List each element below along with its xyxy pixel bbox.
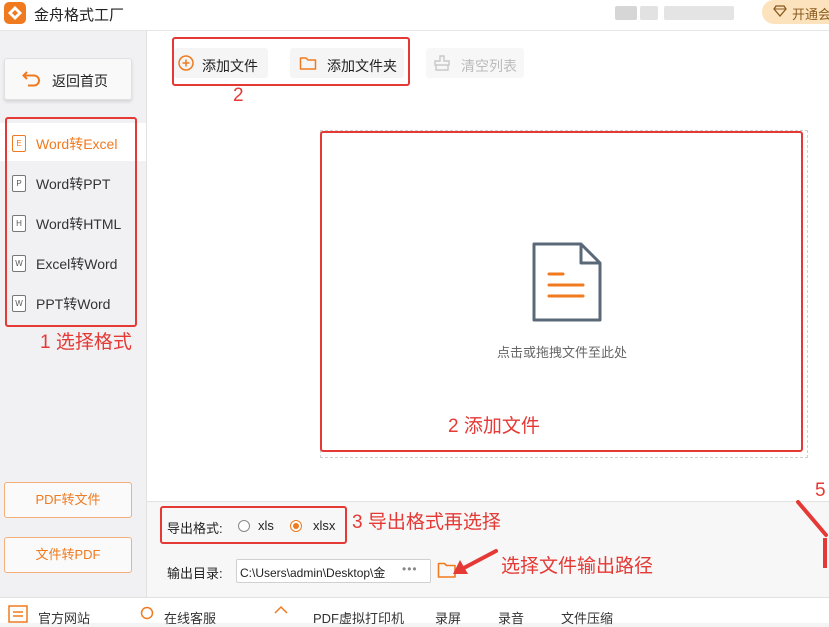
blurred-account-info xyxy=(664,6,734,20)
title-bar: 金舟格式工厂 开通会 xyxy=(0,0,829,31)
statusbar-audio-record[interactable]: 录音 xyxy=(498,608,524,627)
annotation-box-toolbar xyxy=(172,37,410,86)
statusbar-pdf-printer[interactable]: PDF虚拟打印机 xyxy=(313,608,404,627)
statusbar-file-compress[interactable]: 文件压缩 xyxy=(561,608,613,627)
file-to-pdf-button[interactable]: 文件转PDF xyxy=(4,537,132,573)
annotation-arrow-5-icon xyxy=(796,500,828,568)
annotation-add-file: 2 添加文件 xyxy=(448,416,540,437)
annotation-output-path: 选择文件输出路径 xyxy=(501,556,654,577)
pdf-to-file-button[interactable]: PDF转文件 xyxy=(4,482,132,518)
annotation-export-format: 3 导出格式再选择 xyxy=(352,512,501,533)
output-dir-value: C:\Users\admin\Desktop\金 xyxy=(240,566,386,580)
back-home-button[interactable]: 返回首页 xyxy=(4,58,132,100)
back-home-label: 返回首页 xyxy=(52,73,108,89)
blurred-username xyxy=(640,6,658,20)
back-arrow-icon xyxy=(22,71,40,87)
headset-icon xyxy=(140,606,154,620)
vip-button[interactable]: 开通会 xyxy=(762,0,829,24)
annotation-box-formats xyxy=(5,117,137,327)
status-bar: 官方网站 在线客服 PDF虚拟打印机 录屏 录音 文件压缩 xyxy=(0,597,829,626)
statusbar-online-support[interactable]: 在线客服 xyxy=(164,608,216,627)
output-dir-input[interactable]: C:\Users\admin\Desktop\金 ••• xyxy=(236,559,431,583)
annotation-arrow-icon xyxy=(453,549,498,574)
website-icon xyxy=(8,605,28,623)
clear-list-label: 清空列表 xyxy=(461,58,517,74)
statusbar-screen-record[interactable]: 录屏 xyxy=(435,608,461,627)
output-dir-label: 输出目录: xyxy=(167,566,223,581)
annotation-select-format: 1 选择格式 xyxy=(40,332,132,353)
annotation-toolbar-number: 2 xyxy=(233,85,244,106)
app-logo-icon xyxy=(4,2,26,24)
vip-label: 开通会 xyxy=(792,7,829,22)
annotation-step-five: 5 xyxy=(815,480,826,501)
diamond-icon xyxy=(773,5,787,17)
broom-icon xyxy=(434,55,450,71)
blurred-avatar xyxy=(615,6,637,20)
printer-icon xyxy=(274,605,288,614)
app-title: 金舟格式工厂 xyxy=(34,7,125,24)
more-options-icon[interactable]: ••• xyxy=(402,562,418,576)
annotation-box-export-format xyxy=(160,506,347,544)
statusbar-official-site[interactable]: 官方网站 xyxy=(38,608,90,627)
clear-list-button[interactable]: 清空列表 xyxy=(426,48,524,78)
annotation-box-dropzone xyxy=(320,131,803,452)
